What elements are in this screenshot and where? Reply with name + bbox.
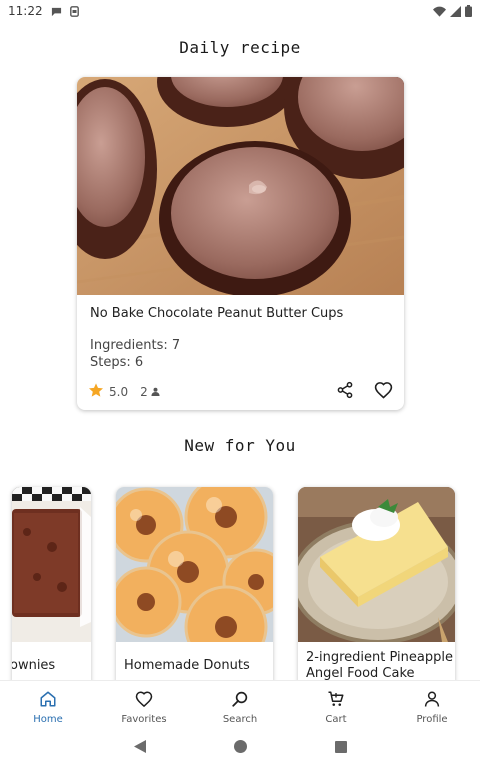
chat-notification-icon [51,6,62,17]
person-icon [151,385,160,399]
nav-home[interactable]: Home [0,681,96,726]
servings: 2 [140,385,160,399]
new-for-you-title: New for You [184,436,296,455]
back-icon[interactable] [133,738,146,757]
signal-icon [450,5,461,17]
recipe-meta: Ingredients: 7 Steps: 6 [90,337,180,371]
star-icon [88,382,104,402]
cart-icon [327,690,345,711]
share-icon[interactable] [336,381,354,403]
daily-recipe-card[interactable]: No Bake Chocolate Peanut Butter Cups Ing… [77,77,404,410]
status-time: 11:22 [8,4,43,18]
recipe-card-pineapple-cake[interactable]: 2-ingredient Pineapple Angel Food Cake [298,487,455,682]
nav-cart[interactable]: Cart [288,681,384,726]
recipe-footer: 5.0 2 [88,381,393,403]
nav-home-label: Home [33,714,63,725]
heart-icon [135,690,153,711]
ingredients-count: Ingredients: 7 [90,338,181,353]
recipe-card-donuts[interactable]: Homemade Donuts [116,487,273,682]
person-icon [423,690,441,711]
favorite-heart-icon[interactable] [374,381,393,403]
nav-favorites[interactable]: Favorites [96,681,192,726]
nav-cart-label: Cart [325,714,347,725]
nav-search-label: Search [222,714,258,725]
search-icon [231,690,249,711]
battery-icon [465,5,472,17]
daily-recipe-title: Daily recipe [179,38,301,57]
recipe-card-brownies[interactable]: ownies [12,487,91,682]
recipe-name: No Bake Chocolate Peanut Butter Cups [90,306,344,321]
bottom-navigation: Home Favorites Search Cart Profile [0,680,480,726]
steps-count: Steps: 6 [90,355,144,370]
wifi-icon [433,6,446,17]
nav-favorites-label: Favorites [121,714,167,725]
recipe-card-title: ownies [12,658,56,673]
recents-square-icon[interactable] [334,738,347,757]
donuts-image [116,487,273,642]
brownies-image [12,487,91,642]
recipe-image [77,77,404,295]
home-circle-icon[interactable] [233,738,247,757]
status-bar: 11:22 [0,0,480,22]
recipe-card-title: Homemade Donuts [124,658,250,673]
servings-count: 2 [140,385,148,399]
nav-profile-label: Profile [416,714,448,725]
pineapple-cake-image [298,487,455,642]
recipe-card-title: 2-ingredient Pineapple Angel Food Cake [306,650,453,681]
nav-profile[interactable]: Profile [384,681,480,726]
sim-icon [69,5,79,17]
rating-value: 5.0 [109,385,129,399]
system-navigation-bar [0,726,480,768]
home-icon [39,690,57,711]
nav-search[interactable]: Search [192,681,288,726]
